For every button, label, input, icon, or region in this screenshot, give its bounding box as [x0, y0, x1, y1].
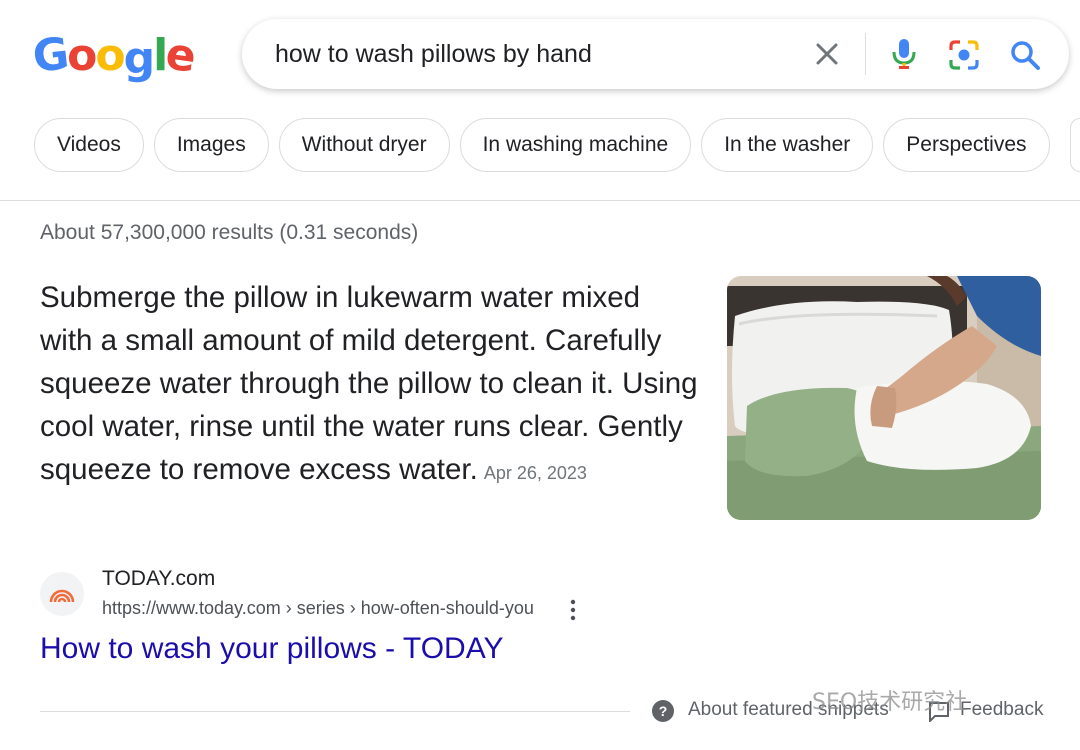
chip-perspectives[interactable]: Perspectives	[883, 118, 1050, 172]
more-options-icon[interactable]	[563, 598, 583, 622]
snippet-footer-divider	[40, 711, 630, 712]
result-stats: About 57,300,000 results (0.31 seconds)	[40, 221, 419, 244]
logo-letter: e	[162, 28, 198, 83]
source-url[interactable]: https://www.today.com › series › how-oft…	[102, 598, 534, 619]
search-input[interactable]: how to wash pillows by hand	[275, 40, 592, 69]
google-logo[interactable]: G o o g l e	[30, 28, 198, 84]
chip-overflow-edge[interactable]	[1070, 118, 1080, 172]
featured-snippet-text: Submerge the pillow in lukewarm water mi…	[40, 276, 700, 495]
snippet-body: Submerge the pillow in lukewarm water mi…	[40, 281, 698, 486]
logo-letter: g	[123, 33, 155, 84]
result-title-link[interactable]: How to wash your pillows - TODAY	[40, 632, 504, 666]
header-divider	[0, 200, 1080, 201]
watermark: SEO技术研究社	[812, 690, 968, 715]
source-site-name[interactable]: TODAY.com	[102, 567, 215, 591]
site-favicon	[40, 572, 84, 616]
feedback-link[interactable]: Feedback	[960, 699, 1043, 721]
chip-in-the-washer[interactable]: In the washer	[701, 118, 874, 172]
svg-text:?: ?	[659, 703, 668, 719]
search-filter-chips: Videos Images Without dryer In washing m…	[34, 118, 1050, 172]
search-icon[interactable]	[1008, 38, 1042, 72]
chip-without-dryer[interactable]: Without dryer	[278, 118, 450, 172]
help-icon[interactable]: ?	[652, 700, 674, 722]
logo-letter: o	[95, 30, 125, 81]
lens-icon[interactable]	[947, 38, 981, 72]
logo-letter: G	[30, 28, 70, 83]
chip-in-washing-machine[interactable]: In washing machine	[459, 118, 692, 172]
logo-letter: o	[67, 30, 97, 81]
chip-images[interactable]: Images	[153, 118, 269, 172]
chip-videos[interactable]: Videos	[34, 118, 144, 172]
search-box[interactable]: how to wash pillows by hand	[242, 19, 1069, 89]
featured-snippet-image[interactable]	[727, 276, 1041, 520]
search-divider	[865, 33, 866, 75]
snippet-date: Apr 26, 2023	[483, 463, 587, 483]
today-logo-icon	[49, 589, 75, 603]
mic-icon[interactable]	[887, 36, 921, 72]
close-icon[interactable]	[812, 39, 842, 69]
